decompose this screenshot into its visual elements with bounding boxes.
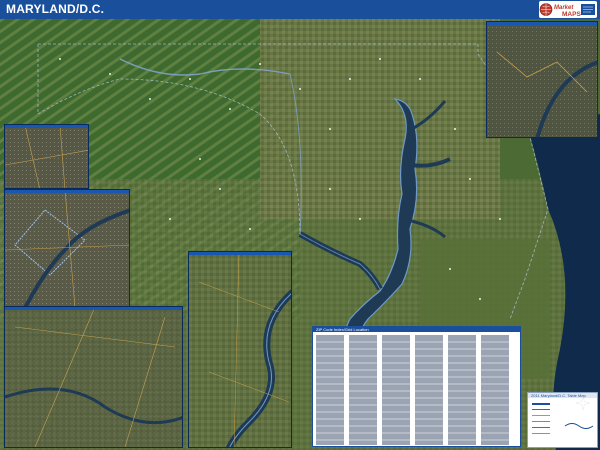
central-inset	[188, 251, 292, 448]
globe-icon: Market MAPS	[539, 3, 595, 18]
legend-interstate-line	[532, 403, 550, 405]
compass-rose-icon	[576, 396, 590, 410]
market-maps-logo: Market MAPS	[539, 1, 597, 18]
title-bar: MARYLAND/D.C. Market MAPS	[0, 0, 600, 19]
dc-inset	[4, 189, 130, 307]
northeast-inset	[486, 21, 598, 138]
legend-scale-bar	[564, 423, 594, 429]
northwest-inset	[4, 124, 89, 189]
legend-highway-line	[532, 409, 550, 410]
legend-water-line	[532, 433, 550, 434]
satellite-map: ZIP Code Index/Grid Location 2011 Maryla…	[0, 19, 600, 450]
wall-map-page: MARYLAND/D.C. Market MAPS ZIP Code Index…	[0, 0, 600, 450]
southwest-inset	[4, 306, 183, 448]
zip-index-columns	[316, 335, 509, 445]
map-title: MARYLAND/D.C.	[6, 2, 105, 16]
legend-road-line	[532, 421, 550, 422]
legend-route-line	[532, 415, 550, 416]
legend-boundary-line	[532, 427, 550, 428]
logo-word-2: MAPS	[562, 11, 581, 18]
zip-code-index-panel: ZIP Code Index/Grid Location	[312, 326, 521, 447]
